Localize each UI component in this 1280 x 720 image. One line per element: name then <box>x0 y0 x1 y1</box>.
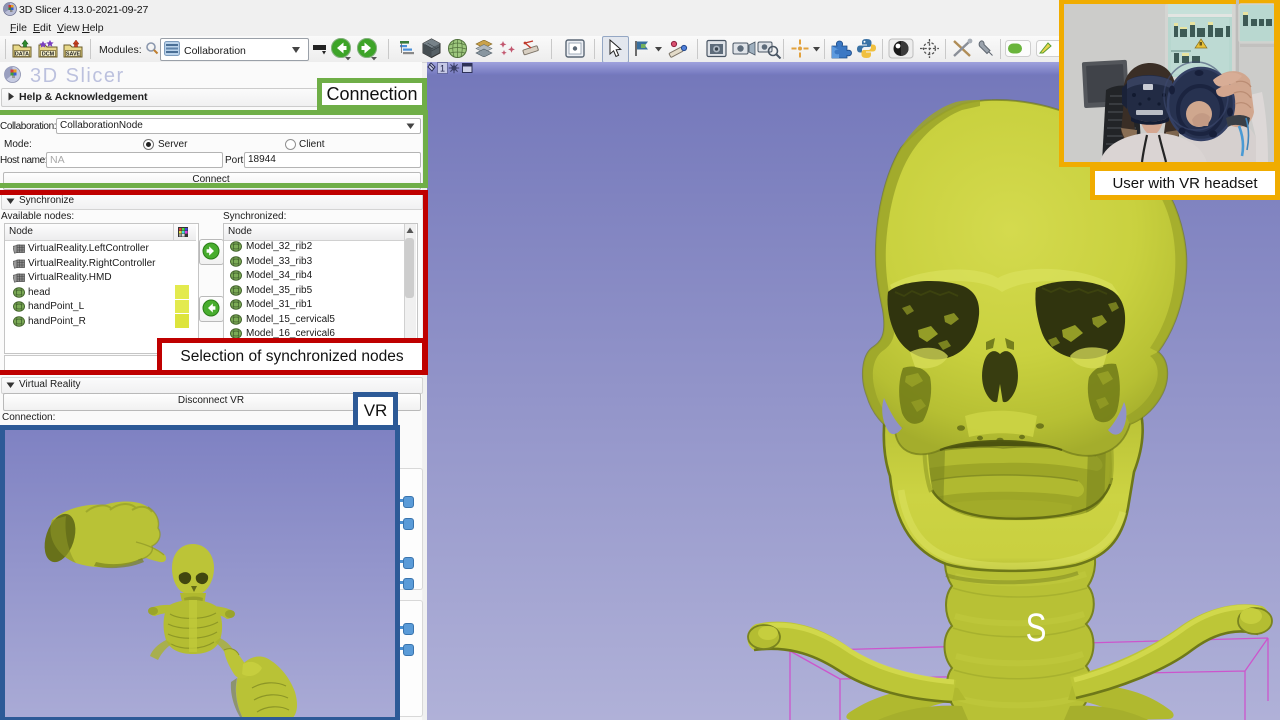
svg-text:SAVE: SAVE <box>66 52 81 58</box>
svg-text:DCM: DCM <box>42 52 55 58</box>
svg-text:1: 1 <box>440 64 445 74</box>
svg-text:DATA: DATA <box>15 52 29 58</box>
svg-text:S: S <box>1026 605 1047 650</box>
